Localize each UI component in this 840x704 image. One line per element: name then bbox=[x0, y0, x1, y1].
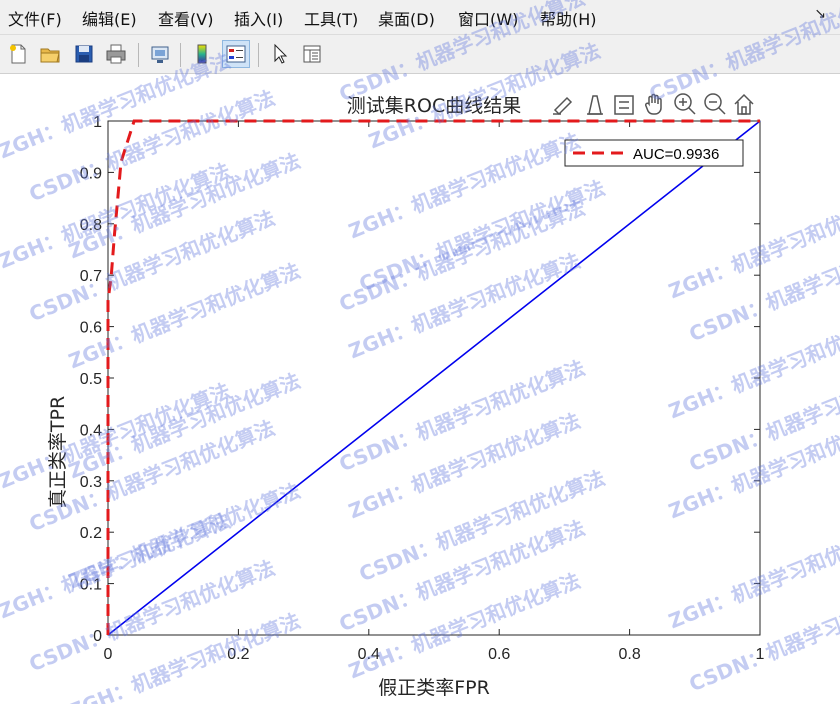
data-tips-icon[interactable] bbox=[587, 95, 603, 115]
legend-toggle-icon[interactable] bbox=[614, 95, 634, 115]
y-tick-label: 0.4 bbox=[80, 422, 102, 439]
y-tick-label: 0.2 bbox=[80, 525, 102, 542]
save-icon[interactable] bbox=[70, 40, 98, 68]
menu-window[interactable]: 窗口(W) bbox=[458, 6, 518, 30]
menu-edit[interactable]: 编辑(E) bbox=[82, 6, 137, 30]
print-icon[interactable] bbox=[102, 40, 130, 68]
menu-tools[interactable]: 工具(T) bbox=[304, 6, 358, 30]
figure-toolbar bbox=[0, 34, 840, 74]
x-tick-label: 0.6 bbox=[488, 646, 510, 663]
x-tick-label: 1 bbox=[756, 646, 765, 663]
zoom-out-icon[interactable] bbox=[704, 93, 726, 115]
menu-bar: 文件(F) 编辑(E) 查看(V) 插入(I) 工具(T) 桌面(D) 窗口(W… bbox=[0, 0, 840, 34]
insert-colorbar-icon[interactable] bbox=[188, 40, 216, 68]
menu-insert[interactable]: 插入(I) bbox=[234, 6, 283, 30]
pan-icon[interactable] bbox=[644, 93, 662, 115]
menu-file[interactable]: 文件(F) bbox=[8, 6, 62, 30]
y-axis-label: 真正类率TPR bbox=[47, 396, 69, 508]
new-figure-icon[interactable] bbox=[4, 40, 32, 68]
x-tick-label: 0 bbox=[104, 646, 113, 663]
figure-canvas: 测试集ROC曲线结果 0 0.1 0.2 0.3 0.4 0.5 0.6 0.7 0.8 0.9 1… bbox=[0, 74, 840, 704]
legend-label: AUC=0.9936 bbox=[633, 146, 719, 163]
menu-desktop[interactable]: 桌面(D) bbox=[378, 6, 435, 30]
y-tick-label: 0 bbox=[93, 628, 102, 645]
open-file-icon[interactable] bbox=[36, 40, 64, 68]
zoom-in-icon[interactable] bbox=[674, 93, 696, 115]
y-tick-label: 0.1 bbox=[80, 577, 102, 594]
y-tick-label: 0.9 bbox=[80, 165, 102, 182]
edit-plot-icon[interactable] bbox=[266, 40, 294, 68]
y-tick-label: 0.6 bbox=[80, 320, 102, 337]
y-tick-label: 0.8 bbox=[80, 217, 102, 234]
x-tick-label: 0.8 bbox=[618, 646, 640, 663]
menu-view[interactable]: 查看(V) bbox=[158, 6, 213, 30]
y-tick-label: 0.3 bbox=[80, 474, 102, 491]
x-axis-label: 假正类率FPR bbox=[378, 677, 490, 699]
home-icon[interactable] bbox=[734, 93, 754, 115]
roc-chart: 测试集ROC曲线结果 0 0.1 0.2 0.3 0.4 0.5 0.6 0.7 0.8 0.9 1… bbox=[47, 93, 765, 699]
y-tick-label: 0.5 bbox=[80, 371, 102, 388]
x-tick-label: 0.4 bbox=[358, 646, 380, 663]
x-tick-label: 0.2 bbox=[227, 646, 249, 663]
property-inspector-icon[interactable] bbox=[298, 40, 326, 68]
chart-title: 测试集ROC曲线结果 bbox=[347, 95, 521, 117]
y-tick-label: 0.7 bbox=[80, 268, 102, 285]
menu-help[interactable]: 帮助(H) bbox=[540, 6, 597, 30]
y-tick-label: 1 bbox=[93, 114, 102, 131]
legend[interactable]: AUC=0.9936 bbox=[564, 139, 744, 167]
brush-icon[interactable] bbox=[553, 96, 573, 116]
dock-pin-icon[interactable]: ↘ bbox=[814, 6, 826, 22]
link-plot-icon[interactable] bbox=[146, 40, 174, 68]
axes-toolbar bbox=[553, 93, 754, 116]
insert-legend-icon[interactable] bbox=[222, 40, 250, 68]
